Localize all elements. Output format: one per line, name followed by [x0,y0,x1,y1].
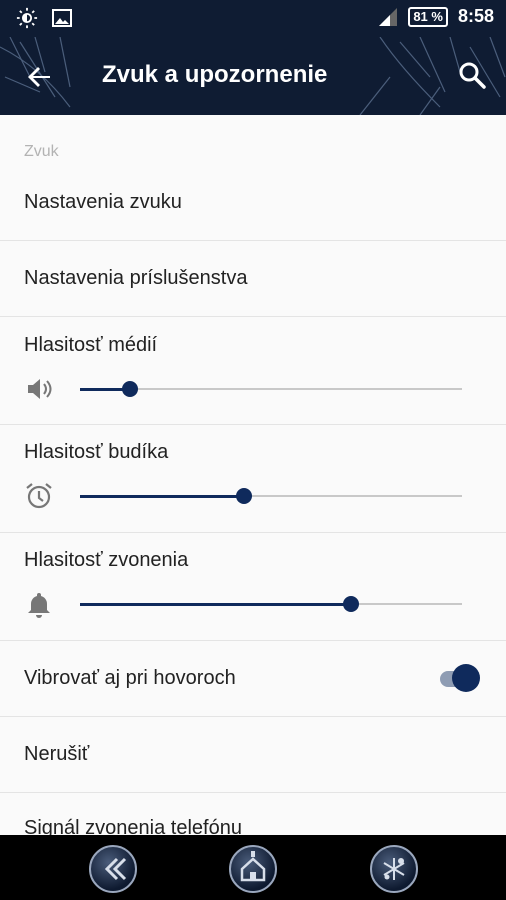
bell-icon [28,593,50,618]
ring-volume-slider[interactable] [80,596,462,612]
page-title: Zvuk a upozornenie [102,61,328,88]
clock: 8:58 [457,6,494,26]
media-volume-label: Hlasitosť médií [24,334,158,356]
vibrate-toggle[interactable] [434,664,480,692]
nav-home-button[interactable] [229,845,277,893]
nav-recent-apps-button[interactable] [370,845,418,893]
alarm-volume-row: Hlasitosť budíka [0,425,506,533]
list-item-label: Nerušiť [24,743,90,765]
slider-thumb[interactable] [121,381,138,397]
alarm-volume-slider[interactable] [80,488,462,504]
list-item-accessory-settings[interactable]: Nastavenia príslušenstva [0,241,506,317]
nav-back-button[interactable] [89,845,137,893]
brightness-icon [16,7,38,29]
list-item-do-not-disturb[interactable]: Nerušiť [0,717,506,793]
media-volume-slider[interactable] [80,381,462,397]
speaker-icon [28,379,52,399]
alarm-volume-label: Hlasitosť budíka [24,441,169,463]
list-item-ringtone[interactable]: Signál zvonenia telefónu [0,793,506,835]
ring-volume-row: Hlasitosť zvonenia [0,533,506,641]
list-item-label: Signál zvonenia telefónu [24,817,242,835]
slider-thumb[interactable] [343,596,360,612]
list-item-label: Vibrovať aj pri hovoroch [24,667,236,689]
image-icon [52,9,72,27]
section-header-sound: Zvuk [24,143,59,160]
list-item-label: Nastavenia príslušenstva [24,267,248,289]
settings-list: Zvuk Nastavenia zvuku Nastavenia prísluš… [0,115,506,835]
double-chevron-left-icon [104,857,127,881]
alarm-clock-icon [26,483,52,509]
list-item-vibrate-calls[interactable]: Vibrovať aj pri hovoroch [0,641,506,717]
media-volume-row: Hlasitosť médií [0,317,506,425]
navigation-bar [0,835,506,900]
signal-icon [379,7,398,26]
list-item-label: Nastavenia zvuku [24,191,182,213]
search-icon[interactable] [456,59,488,91]
ring-volume-label: Hlasitosť zvonenia [24,549,189,571]
battery-indicator: 81 % [408,6,448,27]
slider-fill [80,603,352,606]
app-toolbar: Zvuk a upozornenie [0,37,506,115]
snowflake-icon [383,858,405,880]
list-item-sound-settings[interactable]: Nastavenia zvuku [0,165,506,241]
status-bar: 81 % 8:58 [0,0,506,37]
slider-fill [80,495,245,498]
toggle-knob [452,664,480,692]
home-icon [240,851,266,882]
slider-thumb[interactable] [236,488,253,504]
back-arrow-icon[interactable] [20,57,60,97]
